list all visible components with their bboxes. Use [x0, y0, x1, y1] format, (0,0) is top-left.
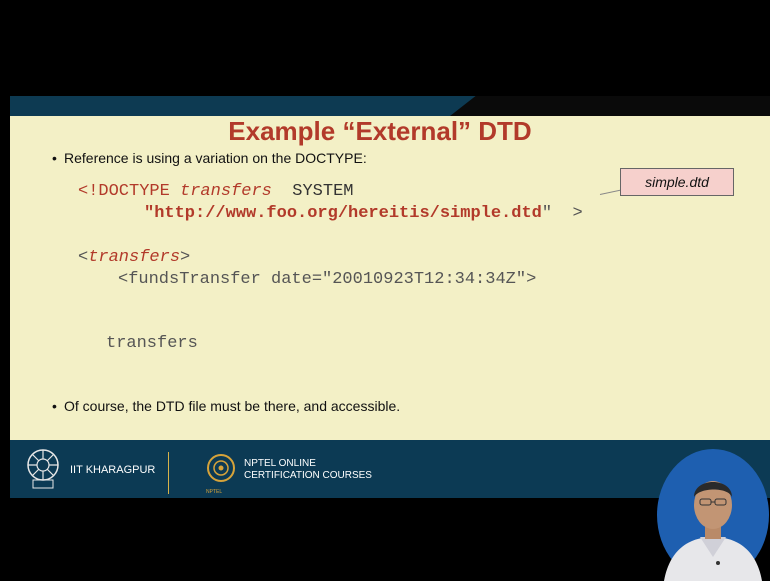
code-line-url: "http://www.foo.org/hereitis/simple.dtd"… — [144, 204, 583, 223]
bullet-text: Reference is using a variation on the DO… — [64, 150, 367, 166]
bullet-dot-icon: • — [52, 398, 57, 414]
bullet-dot-icon: • — [52, 150, 57, 166]
code-line-transfers-open: <transfers> — [78, 248, 190, 267]
code-line-funds-transfer: <fundsTransfer date="20010923T12:34:34Z"… — [118, 270, 537, 289]
footer-iit-label: IIT KHARAGPUR — [70, 464, 156, 476]
code-root-name: transfers — [180, 182, 272, 201]
code-lt: < — [78, 248, 89, 267]
callout-simple-dtd: simple.dtd — [620, 168, 734, 196]
bullet-text: Of course, the DTD file must be there, a… — [64, 398, 401, 414]
code-gt: > — [180, 248, 191, 267]
nptel-logo-text: NPTEL — [206, 489, 223, 495]
slide-title: Example “External” DTD — [228, 116, 532, 146]
code-doctype-keyword: <!DOCTYPE — [78, 182, 181, 201]
code-transfers-tag: transfers — [88, 248, 181, 267]
bullet-reference: • Reference is using a variation on the D… — [52, 150, 367, 166]
footer-nptel-line2: CERTIFICATION COURSES — [244, 470, 372, 481]
code-line-doctype: <!DOCTYPE transfers SYSTEM — [78, 182, 353, 201]
slide-header-band-dark — [450, 96, 770, 116]
nptel-logo-icon — [207, 454, 235, 482]
code-url: "http://www.foo.org/hereitis/simple.dtd — [144, 204, 542, 223]
code-system-keyword: SYSTEM — [271, 182, 354, 201]
bullet-accessible: • Of course, the DTD file must be there, … — [52, 398, 400, 414]
iit-kharagpur-logo-icon — [27, 449, 59, 489]
footer-divider — [168, 452, 169, 494]
presenter-video-icon — [657, 449, 769, 581]
code-url-close: " > — [541, 204, 583, 223]
code-line-transfers-close: transfers — [106, 334, 198, 353]
footer-nptel-line1: NPTEL ONLINE — [244, 458, 316, 469]
